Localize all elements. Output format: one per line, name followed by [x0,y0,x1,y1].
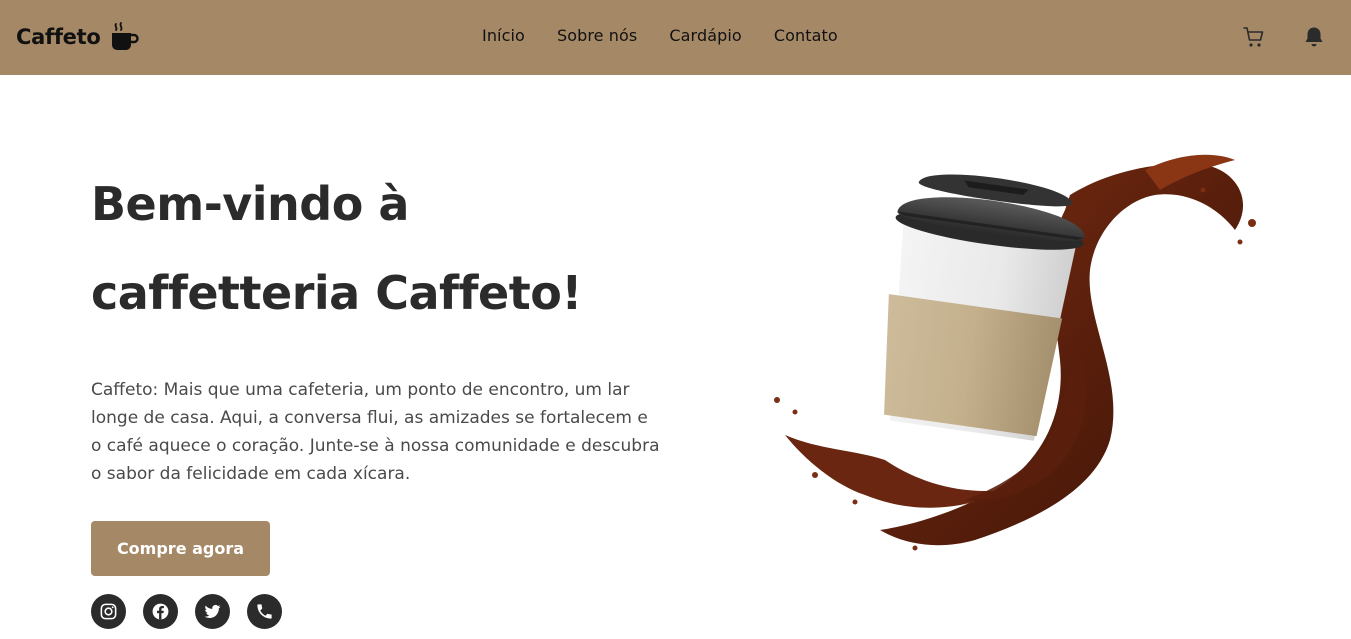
nav-link-contato[interactable]: Contato [774,26,838,45]
top-navbar: Caffeto Início Sobre nós Cardápio Contat… [0,0,1351,75]
nav-link-inicio[interactable]: Início [482,26,525,45]
hero-title: Bem-vindo à caffetteria Caffeto! [91,160,671,338]
hero-description: Caffeto: Mais que uma cafeteria, um pont… [91,380,660,484]
nav-link-cardapio[interactable]: Cardápio [669,26,741,45]
header-actions [1241,24,1327,50]
nav-link-sobre-nos[interactable]: Sobre nós [557,26,637,45]
twitter-link[interactable] [195,594,230,629]
phone-icon [257,604,272,619]
phone-link[interactable] [247,594,282,629]
hero-title-line-1: Bem-vindo à [91,177,409,231]
social-links [91,594,282,629]
hero-title-line-2: caffetteria Caffeto! [91,266,582,320]
twitter-icon [204,605,221,618]
main-nav: Início Sobre nós Cardápio Contato [482,26,838,45]
cart-icon [1243,27,1264,47]
coffee-cup-icon [112,22,140,50]
brand-logo[interactable]: Caffeto [16,19,140,55]
cart-button[interactable] [1241,24,1267,50]
bell-icon [1305,27,1323,47]
notifications-button[interactable] [1301,24,1327,50]
coffee-cup-splash-image [774,154,1256,551]
buy-now-button[interactable]: Compre agora [91,521,270,576]
hero-section: Bem-vindo à caffetteria Caffeto! Caffeto… [91,160,671,576]
facebook-link[interactable] [143,594,178,629]
brand-name: Caffeto [16,25,101,49]
facebook-icon [152,603,169,620]
instagram-icon [100,603,117,620]
instagram-link[interactable] [91,594,126,629]
